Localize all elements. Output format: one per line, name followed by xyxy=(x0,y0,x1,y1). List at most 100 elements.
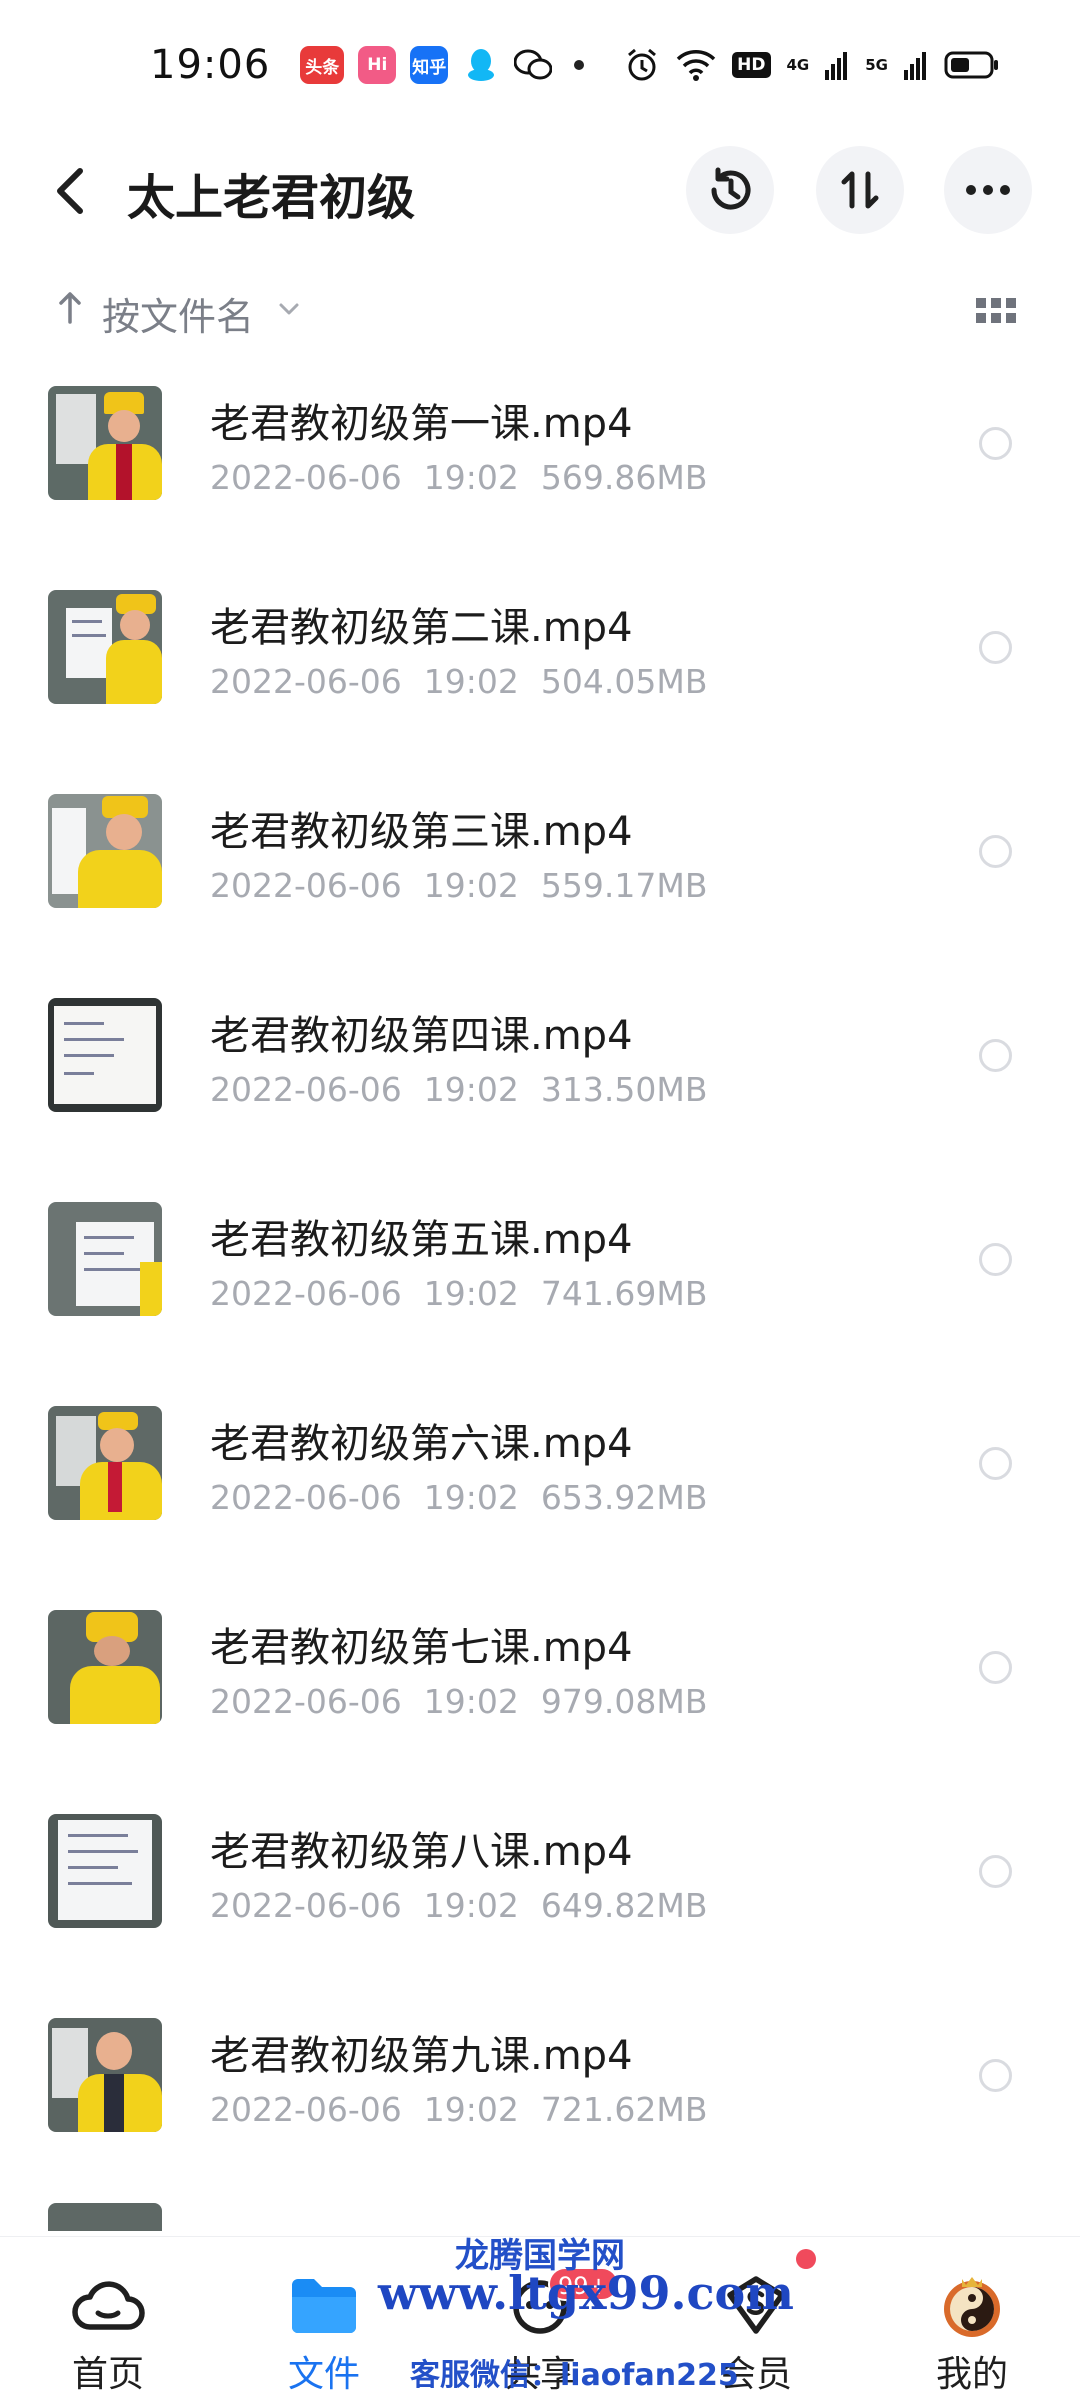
watermark-contact: 客服微信：liaofan225 xyxy=(410,2358,739,2393)
file-meta: 2022-06-06 19:02 504.05MB xyxy=(210,662,729,701)
file-row[interactable]: 老君教初级第二课.mp4 2022-06-06 19:02 504.05MB xyxy=(0,559,1080,763)
file-date: 2022-06-06 xyxy=(210,1478,402,1517)
nav-files-label: 文件 xyxy=(287,2354,360,2395)
select-checkbox[interactable] xyxy=(979,2059,1012,2092)
video-thumbnail xyxy=(48,998,162,1112)
video-thumbnail xyxy=(48,1610,162,1724)
video-thumbnail xyxy=(48,794,162,908)
select-checkbox[interactable] xyxy=(979,427,1012,460)
file-row[interactable]: 老君教初级第四课.mp4 2022-06-06 19:02 313.50MB xyxy=(0,967,1080,1171)
avatar xyxy=(944,2277,1000,2337)
video-thumbnail xyxy=(48,1814,162,1928)
cloud-icon xyxy=(72,2281,145,2330)
more-button[interactable] xyxy=(944,146,1032,234)
qq-app-icon xyxy=(462,46,500,84)
file-size: 569.86MB xyxy=(540,458,708,497)
zhihu-app-icon: 知乎 xyxy=(410,46,449,84)
file-row[interactable]: 老君教初级第九课.mp4 2022-06-06 19:02 721.62MB xyxy=(0,1987,1080,2191)
battery-icon xyxy=(944,51,998,79)
file-name: 老君教初级第七课.mp4 xyxy=(210,1625,633,1671)
back-button[interactable] xyxy=(48,163,98,219)
back-arrow-icon xyxy=(57,168,83,214)
huohua-app-icon: Hi xyxy=(358,46,397,84)
file-date: 2022-06-06 xyxy=(210,662,402,701)
sort-arrow-icon[interactable] xyxy=(58,290,82,324)
file-row[interactable]: 老君教初级第八课.mp4 2022-06-06 19:02 649.82MB xyxy=(0,1783,1080,1987)
more-notifications-dot xyxy=(574,60,585,70)
hd-badge: HD xyxy=(732,52,771,78)
file-row[interactable]: 老君教初级第三课.mp4 2022-06-06 19:02 559.17MB xyxy=(0,763,1080,967)
video-thumbnail xyxy=(48,1202,162,1316)
status-time: 19:06 xyxy=(150,42,271,88)
file-date: 2022-06-06 xyxy=(210,1274,402,1313)
more-dots-icon xyxy=(966,185,1010,195)
file-date: 2022-06-06 xyxy=(210,1070,402,1109)
transfer-button[interactable] xyxy=(816,146,904,234)
file-row[interactable]: 老君教初级第一课.mp4 2022-06-06 19:02 569.86MB xyxy=(0,355,1080,559)
select-checkbox[interactable] xyxy=(979,631,1012,664)
sort-bar: 按文件名 xyxy=(0,270,1080,350)
nav-home-label: 首页 xyxy=(71,2354,144,2395)
file-time: 19:02 xyxy=(423,866,519,905)
nav-me-label: 我的 xyxy=(935,2354,1008,2395)
file-meta: 2022-06-06 19:02 313.50MB xyxy=(210,1070,729,1109)
history-icon xyxy=(711,167,751,210)
file-row[interactable]: 老君教初级第六课.mp4 2022-06-06 19:02 653.92MB xyxy=(0,1375,1080,1579)
sort-by-name-label[interactable]: 按文件名 xyxy=(102,286,254,341)
file-meta: 2022-06-06 19:02 559.17MB xyxy=(210,866,729,905)
file-list: 老君教初级第一课.mp4 2022-06-06 19:02 569.86MB 老君教… xyxy=(0,355,1080,2231)
select-checkbox[interactable] xyxy=(979,1039,1012,1072)
notification-icons: 头条 Hi 知乎 xyxy=(300,46,585,84)
file-time: 19:02 xyxy=(423,1886,519,1925)
file-name: 老君教初级第四课.mp4 xyxy=(210,1013,633,1059)
file-browser-screen: 19:06 头条 Hi 知乎 HD 4G 5G 太上老君初级 按文件名 老君教初… xyxy=(0,0,1080,2400)
file-row[interactable]: 老君教初级第五课.mp4 2022-06-06 19:02 741.69MB xyxy=(0,1171,1080,1375)
alarm-icon xyxy=(628,48,657,81)
file-date: 2022-06-06 xyxy=(210,1682,402,1721)
video-thumbnail xyxy=(48,590,162,704)
video-thumbnail xyxy=(48,386,162,500)
file-time: 19:02 xyxy=(423,1274,519,1313)
wifi-icon xyxy=(676,50,716,81)
video-thumbnail xyxy=(48,2018,162,2132)
file-time: 19:02 xyxy=(423,1070,519,1109)
file-time: 19:02 xyxy=(423,1478,519,1517)
nav-me[interactable]: 我的 xyxy=(864,2237,1080,2400)
chevron-down-icon[interactable] xyxy=(278,302,300,316)
file-name: 老君教初级第二课.mp4 xyxy=(210,605,633,651)
file-name: 老君教初级第一课.mp4 xyxy=(210,401,633,447)
file-meta: 2022-06-06 19:02 569.86MB xyxy=(210,458,729,497)
network-5g-label: 5G xyxy=(865,56,888,74)
folder-icon xyxy=(292,2279,356,2333)
select-checkbox[interactable] xyxy=(979,1651,1012,1684)
file-meta: 2022-06-06 19:02 649.82MB xyxy=(210,1886,729,1925)
file-size: 979.08MB xyxy=(540,1682,708,1721)
signal-4g-icon xyxy=(825,52,848,80)
select-checkbox[interactable] xyxy=(979,1447,1012,1480)
file-date: 2022-06-06 xyxy=(210,866,402,905)
nav-home[interactable]: 首页 xyxy=(0,2237,216,2400)
video-thumbnail xyxy=(48,1406,162,1520)
network-4g-label: 4G xyxy=(786,56,810,74)
file-size: 649.82MB xyxy=(540,1886,708,1925)
status-bar: 19:06 头条 Hi 知乎 HD 4G 5G xyxy=(0,0,1080,130)
select-checkbox[interactable] xyxy=(979,835,1012,868)
grid-view-icon[interactable] xyxy=(976,298,1016,324)
file-time: 19:02 xyxy=(423,458,519,497)
toutiao-app-icon: 头条 xyxy=(300,46,345,84)
select-checkbox[interactable] xyxy=(979,1243,1012,1276)
file-name: 老君教初级第九课.mp4 xyxy=(210,2033,633,2079)
file-row[interactable]: 老君教初级第七课.mp4 2022-06-06 19:02 979.08MB xyxy=(0,1579,1080,1783)
file-row-partial[interactable] xyxy=(0,2191,1080,2231)
file-date: 2022-06-06 xyxy=(210,458,402,497)
huohua-label: Hi xyxy=(367,55,388,75)
file-meta: 2022-06-06 19:02 653.92MB xyxy=(210,1478,729,1517)
select-checkbox[interactable] xyxy=(979,1855,1012,1888)
watermark-url: www.ltgx99.com xyxy=(378,2266,794,2320)
history-button[interactable] xyxy=(686,146,774,234)
system-icons: HD 4G 5G xyxy=(624,47,1000,83)
file-size: 504.05MB xyxy=(540,662,708,701)
transfer-arrows-icon xyxy=(841,171,879,209)
signal-5g-icon xyxy=(904,52,926,80)
file-time: 19:02 xyxy=(423,2090,519,2129)
